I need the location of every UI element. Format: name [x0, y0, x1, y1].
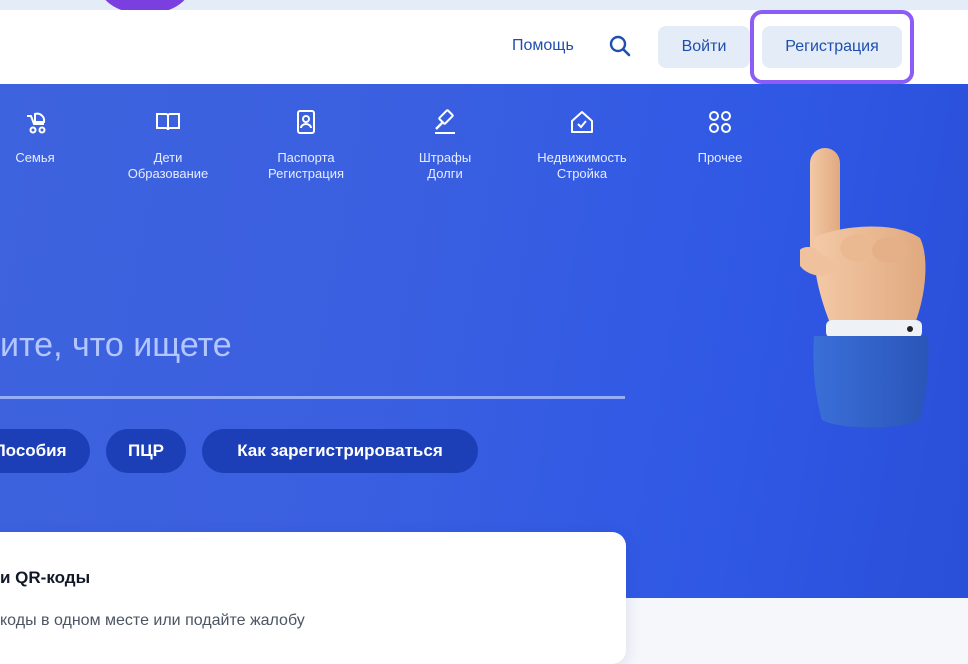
category-label: Штрафы	[418, 150, 472, 165]
house-icon	[571, 111, 593, 133]
hero-section: Семья Дети Образование Паспорта Регистра…	[0, 84, 968, 598]
category-other[interactable]: Прочее	[684, 108, 756, 166]
category-sublabel: Долги	[427, 166, 463, 181]
register-button[interactable]: Регистрация	[762, 26, 902, 68]
site-header: Помощь Войти Регистрация	[0, 10, 968, 84]
search-button[interactable]	[604, 30, 636, 62]
category-label: Дети	[153, 150, 183, 165]
stroller-icon	[27, 112, 46, 134]
grid-icon	[709, 111, 731, 133]
category-children-education[interactable]: Дети Образование	[118, 108, 218, 182]
pointing-hand-icon	[800, 148, 929, 428]
chip-how-to-register[interactable]: Как зарегистрироваться	[202, 429, 478, 473]
help-link[interactable]: Помощь	[512, 37, 574, 55]
category-sublabel: Образование	[127, 166, 209, 181]
qr-codes-card[interactable]: и QR-коды коды в одном месте или подайте…	[0, 532, 626, 664]
category-realty-construction[interactable]: Недвижимость Стройка	[526, 108, 638, 182]
category-label: Семья	[15, 150, 55, 165]
category-fines-debts[interactable]: Штрафы Долги	[400, 108, 490, 182]
search-underline	[0, 396, 625, 399]
category-label: Паспорта	[277, 150, 335, 165]
card-description: коды в одном месте или подайте жалобу	[0, 612, 305, 629]
chip-pcr[interactable]: ПЦР	[106, 429, 186, 473]
category-label: Прочее	[697, 150, 743, 165]
gavel-icon	[435, 109, 455, 134]
category-sublabel: Регистрация	[268, 166, 344, 181]
search-input-placeholder[interactable]: ите, что ищете	[0, 326, 232, 365]
book-icon	[156, 113, 180, 131]
chip-benefits[interactable]: Пособия	[0, 429, 90, 473]
category-passports-registration[interactable]: Паспорта Регистрация	[256, 108, 356, 182]
card-title: и QR-коды	[0, 568, 91, 587]
passport-icon	[297, 110, 315, 134]
category-label: Недвижимость	[537, 150, 627, 165]
search-icon	[609, 35, 631, 57]
category-sublabel: Стройка	[556, 166, 608, 181]
login-button[interactable]: Войти	[658, 26, 750, 68]
category-family[interactable]: Семья	[0, 108, 70, 166]
